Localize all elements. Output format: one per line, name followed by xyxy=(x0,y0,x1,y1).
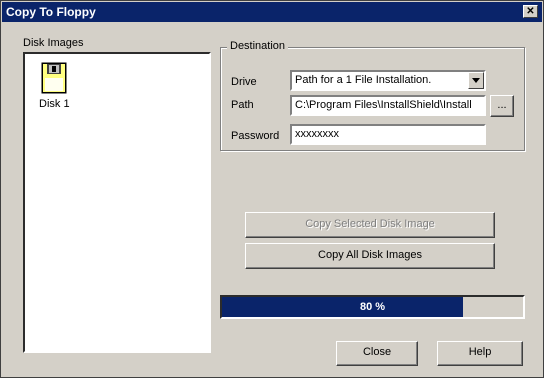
copy-to-floppy-dialog: Copy To Floppy ✕ Disk Images Disk 1 Dest… xyxy=(0,0,544,378)
chevron-down-icon[interactable] xyxy=(468,72,484,89)
drive-combobox[interactable]: Path for a 1 File Installation. xyxy=(290,70,486,91)
disk-images-list[interactable]: Disk 1 xyxy=(23,52,211,353)
drive-label: Drive xyxy=(231,76,257,88)
password-label: Password xyxy=(231,130,280,142)
copy-all-disk-images-button[interactable]: Copy All Disk Images xyxy=(245,243,495,269)
path-field[interactable]: C:\Program Files\InstallShield\Install xyxy=(290,95,486,116)
close-window-button[interactable]: ✕ xyxy=(523,5,538,18)
floppy-disk-icon xyxy=(41,62,67,94)
title-bar: Copy To Floppy ✕ xyxy=(2,2,542,22)
window-title: Copy To Floppy xyxy=(6,5,96,19)
progress-text: 80 % xyxy=(359,301,386,313)
drive-value: Path for a 1 File Installation. xyxy=(295,74,432,86)
disk-images-label: Disk Images xyxy=(23,37,84,49)
path-value: C:\Program Files\InstallShield\Install xyxy=(295,99,472,111)
password-value: xxxxxxxx xyxy=(295,128,339,140)
disk-item-label: Disk 1 xyxy=(39,98,70,110)
destination-group-label: Destination xyxy=(227,40,289,52)
help-button[interactable]: Help xyxy=(437,341,523,366)
close-button[interactable]: Close xyxy=(336,341,418,366)
path-label: Path xyxy=(231,99,254,111)
progress-bar: 80 % xyxy=(220,295,525,319)
copy-selected-disk-image-button[interactable]: Copy Selected Disk Image xyxy=(245,212,495,238)
password-field[interactable]: xxxxxxxx xyxy=(290,124,486,145)
close-icon: ✕ xyxy=(526,6,535,17)
browse-button[interactable]: ... xyxy=(490,95,514,117)
